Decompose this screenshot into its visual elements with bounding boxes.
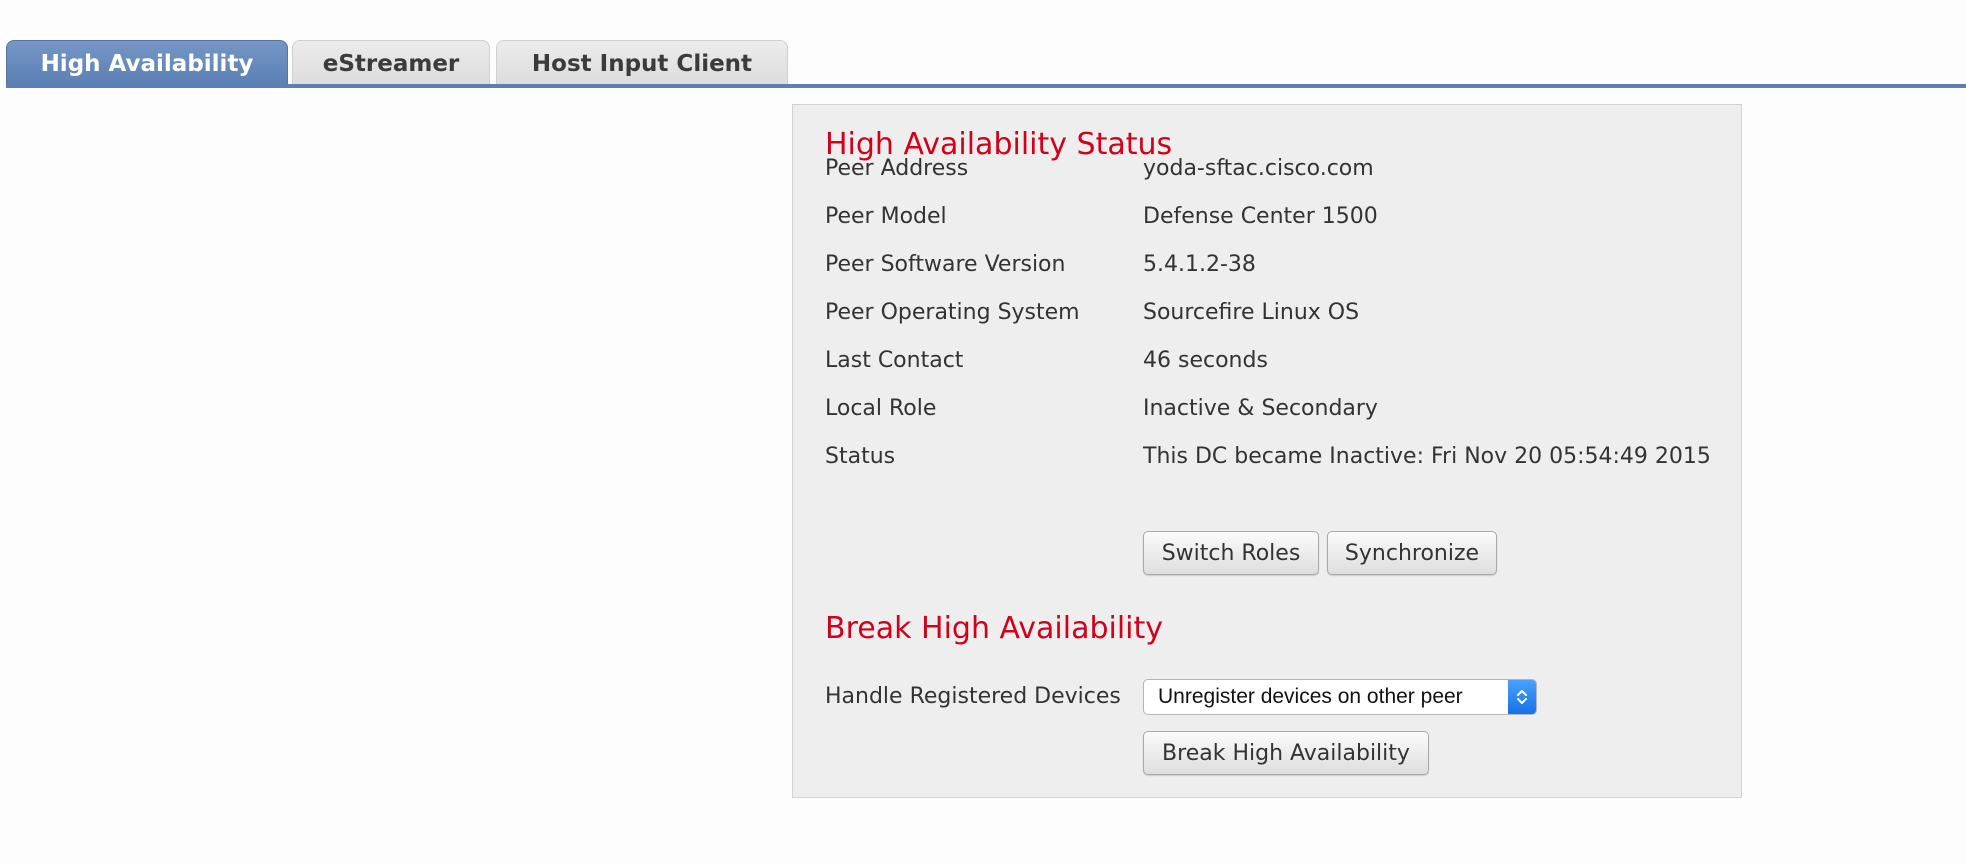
synchronize-button[interactable]: Synchronize [1327, 531, 1497, 575]
status-label: Status [825, 444, 896, 469]
local-role-value: Inactive & Secondary [1143, 396, 1378, 421]
tab-label: High Availability [40, 50, 254, 77]
peer-software-version-value: 5.4.1.2-38 [1143, 252, 1256, 277]
tab-label: Host Input Client [531, 50, 753, 77]
break-section-title: Break High Availability [825, 611, 1164, 646]
status-value: This DC became Inactive: Fri Nov 20 05:5… [1143, 444, 1711, 469]
peer-operating-system-value: Sourcefire Linux OS [1143, 300, 1360, 325]
handle-registered-devices-label: Handle Registered Devices [825, 684, 1121, 709]
peer-software-version-label: Peer Software Version [825, 252, 1066, 277]
last-contact-label: Last Contact [825, 348, 964, 373]
tab-underline [6, 84, 1966, 88]
select-current-value: Unregister devices on other peer [1158, 685, 1463, 708]
peer-address-label: Peer Address [825, 156, 969, 181]
handle-registered-devices-select[interactable]: Unregister devices on other peer [1143, 679, 1537, 715]
break-high-availability-button[interactable]: Break High Availability [1143, 731, 1429, 775]
local-role-label: Local Role [825, 396, 937, 421]
tab-bar: High Availability eStreamer Host Input C… [0, 0, 1966, 88]
high-availability-panel: High Availability Status Peer Address yo… [792, 104, 1742, 798]
tab-high-availability[interactable]: High Availability [6, 40, 288, 86]
peer-address-value: yoda-sftac.cisco.com [1143, 156, 1374, 181]
peer-model-label: Peer Model [825, 204, 947, 229]
switch-roles-button[interactable]: Switch Roles [1143, 531, 1319, 575]
tab-host-input-client[interactable]: Host Input Client [496, 40, 788, 86]
up-down-chevron-icon [1508, 680, 1536, 714]
tab-label: eStreamer [322, 50, 460, 77]
last-contact-value: 46 seconds [1143, 348, 1268, 373]
peer-model-value: Defense Center 1500 [1143, 204, 1378, 229]
peer-operating-system-label: Peer Operating System [825, 300, 1080, 325]
tab-estreamer[interactable]: eStreamer [292, 40, 490, 86]
